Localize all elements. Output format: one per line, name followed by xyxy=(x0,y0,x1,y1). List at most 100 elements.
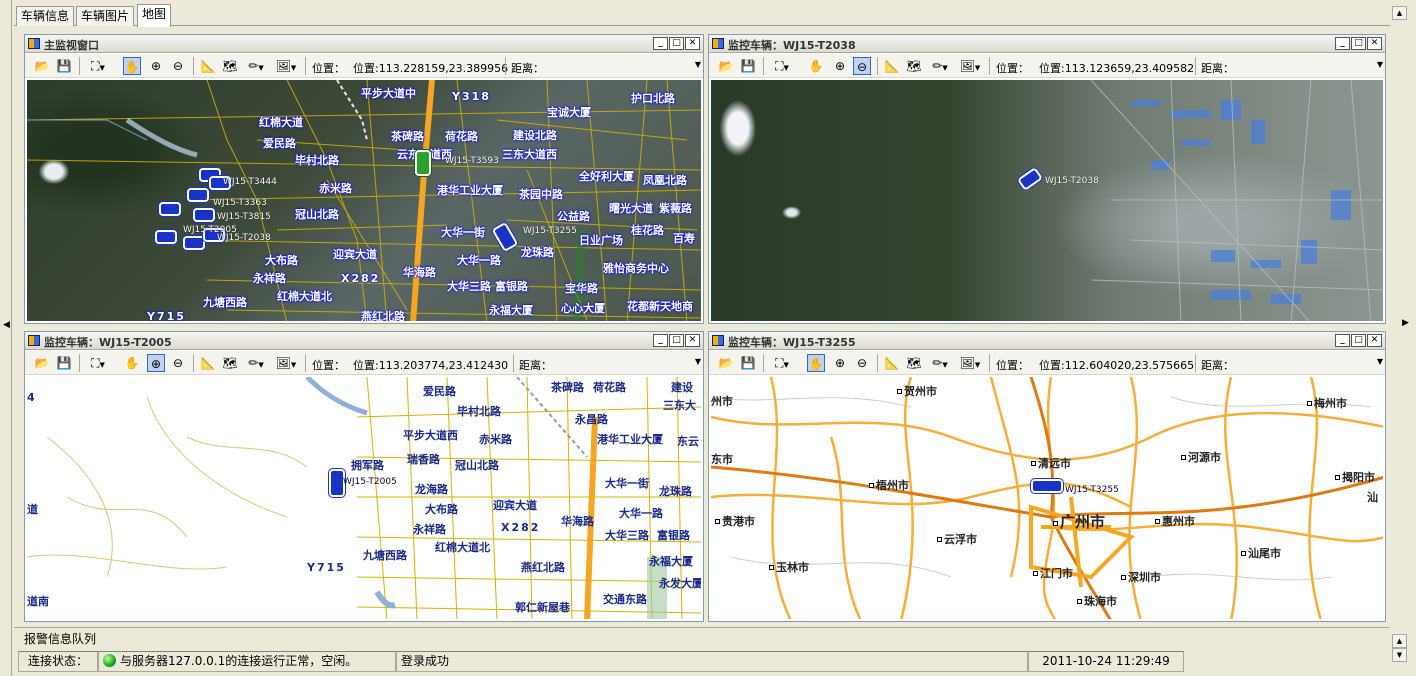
zoom-in-icon[interactable]: ⊕ xyxy=(147,354,165,372)
eraser-icon[interactable]: ✏▼ xyxy=(927,354,953,372)
select-tool-icon[interactable]: ⛶▼ xyxy=(85,354,111,372)
maximize-button[interactable]: □ xyxy=(669,37,684,50)
vehicle-marker[interactable] xyxy=(159,202,181,216)
panel-titlebar[interactable]: 监控车辆：WJ15-T2005 _ □ ✕ xyxy=(25,332,703,350)
select-tool-icon[interactable]: ⛶▼ xyxy=(769,57,795,75)
vehicle-id-label: WJ15-T2005 xyxy=(343,477,397,487)
toolbar-overflow-icon[interactable]: ▼ xyxy=(1377,357,1383,366)
map-label: 荷花路 xyxy=(445,130,478,143)
left-arrow-icon[interactable]: ◀ xyxy=(3,320,10,330)
vehicle-marker[interactable] xyxy=(183,236,205,250)
map-label: X282 xyxy=(341,272,381,285)
vehicle-marker-green[interactable] xyxy=(415,150,431,176)
eraser-icon[interactable]: ✏▼ xyxy=(243,354,269,372)
vehicle-monitor-panel-t2038: 监控车辆：WJ15-T2038 _ □ ✕ 📂 💾 ⛶▼ ✋ ⊕ ⊖ 📐 🗺 ✏… xyxy=(708,34,1386,324)
pan-hand-icon[interactable]: ✋ xyxy=(807,57,825,75)
save-icon[interactable]: 💾 xyxy=(55,57,73,75)
minimize-button[interactable]: _ xyxy=(1335,334,1350,347)
minimize-button[interactable]: _ xyxy=(653,37,668,50)
eraser-icon[interactable]: ✏▼ xyxy=(243,57,269,75)
locate-icon[interactable]: 🗺 xyxy=(221,354,239,372)
locate-icon[interactable]: 🗺 xyxy=(905,354,923,372)
map-label: 紫薇路 xyxy=(659,202,692,215)
right-arrow-icon[interactable]: ▶ xyxy=(1402,318,1409,328)
alarm-scroll-down-button[interactable]: ▼ xyxy=(1392,648,1407,662)
tab-vehicle-info[interactable]: 车辆信息 xyxy=(16,6,75,26)
map-canvas[interactable]: 爱民路 茶碑路 荷花路 建设 毕村北路 三东大 永昌路 平步大道西 赤米路 港华… xyxy=(27,377,701,619)
map-label: 瑞香路 xyxy=(407,453,440,466)
vehicle-id-label: WJ15-T3363 xyxy=(213,198,267,208)
map-label: 爱民路 xyxy=(423,385,456,398)
vehicle-marker[interactable] xyxy=(1031,479,1063,493)
minimize-button[interactable]: _ xyxy=(1335,37,1350,50)
measure-icon[interactable]: 📐 xyxy=(199,354,217,372)
panel-titlebar[interactable]: 监控车辆：WJ15-T3255 _ □ ✕ xyxy=(709,332,1385,350)
eraser-icon[interactable]: ✏▼ xyxy=(927,57,953,75)
zoom-out-icon[interactable]: ⊖ xyxy=(169,354,187,372)
close-button[interactable]: ✕ xyxy=(685,334,700,347)
measure-icon[interactable]: 📐 xyxy=(883,354,901,372)
map-label: 心心大厦 xyxy=(561,302,605,315)
left-splitter[interactable]: ◀ xyxy=(0,0,12,676)
map-label: 三东大道西 xyxy=(502,148,557,161)
toolbar-overflow-icon[interactable]: ▼ xyxy=(695,60,701,69)
close-button[interactable]: ✕ xyxy=(1367,334,1382,347)
zoom-in-icon[interactable]: ⊕ xyxy=(831,354,849,372)
position-value: 位置:112.604020,23.575665 xyxy=(1039,359,1195,372)
image-layer-icon[interactable]: 🖼▼ xyxy=(957,354,983,372)
tab-map[interactable]: 地图 xyxy=(137,4,172,27)
locate-icon[interactable]: 🗺 xyxy=(221,57,239,75)
open-folder-icon[interactable]: 📂 xyxy=(33,354,51,372)
open-folder-icon[interactable]: 📂 xyxy=(717,57,735,75)
zoom-out-icon[interactable]: ⊖ xyxy=(853,57,871,75)
vehicle-marker[interactable] xyxy=(155,230,177,244)
vehicle-id-label: WJ15-T2038 xyxy=(1045,176,1099,186)
alarm-scroll-up-button[interactable]: ▲ xyxy=(1392,634,1407,648)
position-label: 位置： xyxy=(312,359,345,372)
maximize-button[interactable]: □ xyxy=(1351,334,1366,347)
select-tool-icon[interactable]: ⛶▼ xyxy=(85,57,111,75)
map-label: 宝华路 xyxy=(565,282,598,295)
open-folder-icon[interactable]: 📂 xyxy=(717,354,735,372)
image-layer-icon[interactable]: 🖼▼ xyxy=(957,57,983,75)
zoom-out-icon[interactable]: ⊖ xyxy=(853,354,871,372)
map-label: 茶园中路 xyxy=(519,188,563,201)
select-tool-icon[interactable]: ⛶▼ xyxy=(769,354,795,372)
toolbar-overflow-icon[interactable]: ▼ xyxy=(1377,60,1383,69)
maximize-button[interactable]: □ xyxy=(1351,37,1366,50)
city-label: 梧州市 xyxy=(869,477,909,493)
alarm-queue-bar[interactable]: 报警信息队列 xyxy=(14,627,1390,646)
zoom-out-icon[interactable]: ⊖ xyxy=(169,57,187,75)
vehicle-marker[interactable] xyxy=(187,188,209,202)
scroll-up-button[interactable]: ▲ xyxy=(1392,6,1407,20)
measure-icon[interactable]: 📐 xyxy=(199,57,217,75)
pan-hand-icon[interactable]: ✋ xyxy=(123,354,141,372)
maximize-button[interactable]: □ xyxy=(669,334,684,347)
pan-hand-icon[interactable]: ✋ xyxy=(123,57,141,75)
tab-vehicle-photos[interactable]: 车辆图片 xyxy=(76,6,135,26)
close-button[interactable]: ✕ xyxy=(685,37,700,50)
zoom-in-icon[interactable]: ⊕ xyxy=(831,57,849,75)
map-canvas[interactable]: 平步大道中 Y318 宝诚大厦 茶碑路 荷花路 建设北路 红棉大道 云东大道西 … xyxy=(27,80,701,321)
minimize-button[interactable]: _ xyxy=(653,334,668,347)
map-label: 大华一街 xyxy=(605,477,649,490)
image-layer-icon[interactable]: 🖼▼ xyxy=(273,57,299,75)
panel-titlebar[interactable]: 主监视窗口 _ □ ✕ xyxy=(25,35,703,53)
vehicle-marker[interactable] xyxy=(193,208,215,222)
open-folder-icon[interactable]: 📂 xyxy=(33,57,51,75)
map-canvas[interactable]: 贺州市 梅州市 清远市 河源市 揭阳市 梧州市 WJ15-T3255 广州市 惠… xyxy=(711,377,1383,619)
map-canvas[interactable]: WJ15-T2038 xyxy=(711,80,1383,321)
save-icon[interactable]: 💾 xyxy=(739,57,757,75)
measure-icon[interactable]: 📐 xyxy=(883,57,901,75)
save-icon[interactable]: 💾 xyxy=(55,354,73,372)
city-label: 珠海市 xyxy=(1077,593,1117,609)
locate-icon[interactable]: 🗺 xyxy=(905,57,923,75)
toolbar-overflow-icon[interactable]: ▼ xyxy=(695,357,701,366)
panel-title: 监控车辆：WJ15-T2005 xyxy=(44,336,172,349)
zoom-in-icon[interactable]: ⊕ xyxy=(147,57,165,75)
image-layer-icon[interactable]: 🖼▼ xyxy=(273,354,299,372)
pan-hand-icon[interactable]: ✋ xyxy=(807,354,825,372)
close-button[interactable]: ✕ xyxy=(1367,37,1382,50)
save-icon[interactable]: 💾 xyxy=(739,354,757,372)
panel-titlebar[interactable]: 监控车辆：WJ15-T2038 _ □ ✕ xyxy=(709,35,1385,53)
